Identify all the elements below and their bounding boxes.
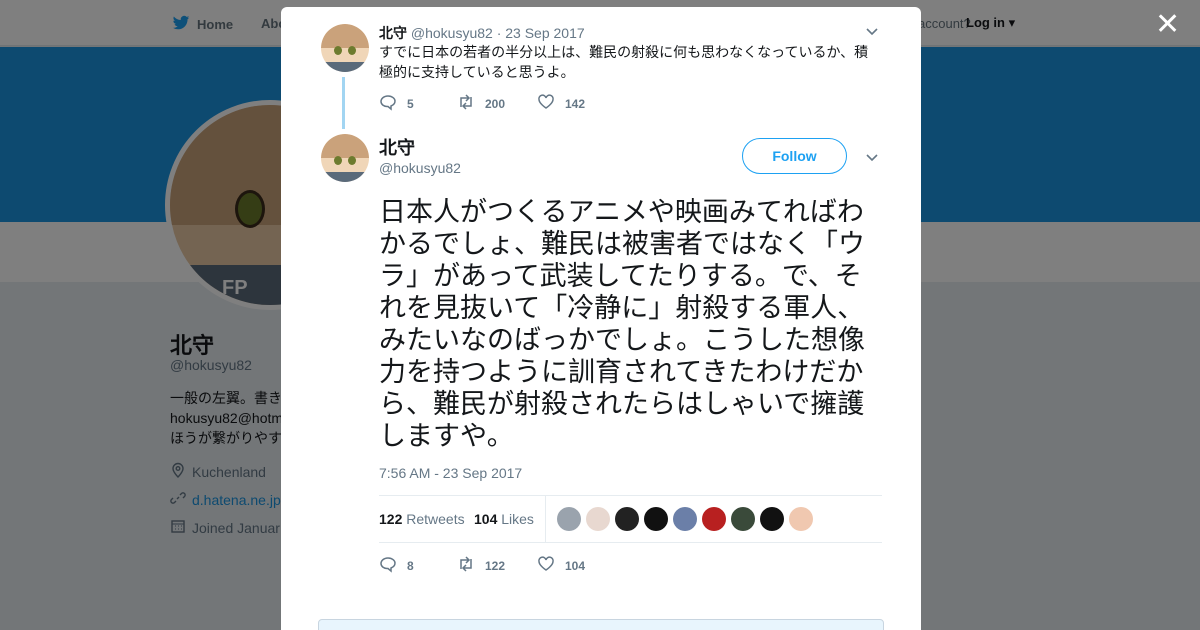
- tweet-text: 日本人がつくるアニメや映画みてればわかるでしょ、難民は被害者ではなく「ウラ」があ…: [379, 197, 865, 452]
- liker-avatar[interactable]: [644, 507, 668, 531]
- parent-tweet-text: すでに日本の若者の半分以上は、難民の射殺に何も思わなくなっているか、積極的に支持…: [379, 44, 869, 80]
- parent-tweet-actions: 5 200 142: [379, 93, 585, 114]
- reply-icon: [379, 555, 397, 576]
- stats-divider: [545, 496, 546, 543]
- heart-icon: [537, 555, 555, 576]
- tweet-modal: 北守 @hokusyu82 · 23 Sep 2017 すでに日本の若者の半分以…: [281, 7, 921, 630]
- avatar[interactable]: [321, 24, 369, 72]
- tweet-stats: 122 Retweets 104 Likes: [379, 495, 882, 543]
- likes-stat-label: Likes: [501, 511, 534, 527]
- close-icon[interactable]: ✕: [1155, 10, 1180, 40]
- tweet-author-name[interactable]: 北守: [379, 134, 415, 160]
- retweet-count: 122: [485, 558, 506, 573]
- liker-avatar[interactable]: [673, 507, 697, 531]
- tweet-actions: 8 122 104: [379, 555, 585, 576]
- reply-button[interactable]: 5: [379, 93, 457, 114]
- retweets-stat-label: Retweets: [406, 511, 465, 527]
- likes-stat-count: 104: [474, 511, 498, 527]
- thread-connector: [342, 77, 345, 129]
- liker-avatar[interactable]: [789, 507, 813, 531]
- liker-avatar[interactable]: [615, 507, 639, 531]
- retweet-count: 200: [485, 96, 506, 111]
- retweet-button[interactable]: 200: [457, 93, 537, 114]
- reply-icon: [379, 93, 397, 114]
- likes-stat[interactable]: 104 Likes: [474, 511, 534, 527]
- like-button[interactable]: 104: [537, 555, 585, 576]
- retweets-stat[interactable]: 122 Retweets: [379, 511, 465, 527]
- retweet-icon: [457, 555, 475, 576]
- liker-avatar[interactable]: [557, 507, 581, 531]
- follow-button[interactable]: Follow: [742, 138, 847, 174]
- liker-avatar[interactable]: [760, 507, 784, 531]
- chevron-down-icon[interactable]: [864, 149, 880, 165]
- liker-avatars: [557, 507, 813, 531]
- liker-avatar[interactable]: [702, 507, 726, 531]
- like-count: 104: [565, 558, 586, 573]
- chevron-down-icon[interactable]: [864, 23, 880, 39]
- retweet-icon: [457, 93, 475, 114]
- tweet-author-handle[interactable]: @hokusyu82: [379, 160, 461, 176]
- reply-input[interactable]: [318, 619, 884, 630]
- reply-button[interactable]: 8: [379, 555, 457, 576]
- like-count: 142: [565, 96, 586, 111]
- parent-tweet-meta[interactable]: @hokusyu82 · 23 Sep 2017: [411, 25, 585, 41]
- reply-count: 8: [407, 558, 414, 573]
- reply-count: 5: [407, 96, 414, 111]
- retweet-button[interactable]: 122: [457, 555, 537, 576]
- heart-icon: [537, 93, 555, 114]
- parent-tweet-header: 北守 @hokusyu82 · 23 Sep 2017: [379, 23, 585, 43]
- avatar[interactable]: [321, 134, 369, 182]
- like-button[interactable]: 142: [537, 93, 585, 114]
- tweet-timestamp[interactable]: 7:56 AM - 23 Sep 2017: [379, 465, 522, 481]
- liker-avatar[interactable]: [731, 507, 755, 531]
- parent-tweet-name[interactable]: 北守: [379, 25, 407, 41]
- liker-avatar[interactable]: [586, 507, 610, 531]
- retweets-stat-count: 122: [379, 511, 403, 527]
